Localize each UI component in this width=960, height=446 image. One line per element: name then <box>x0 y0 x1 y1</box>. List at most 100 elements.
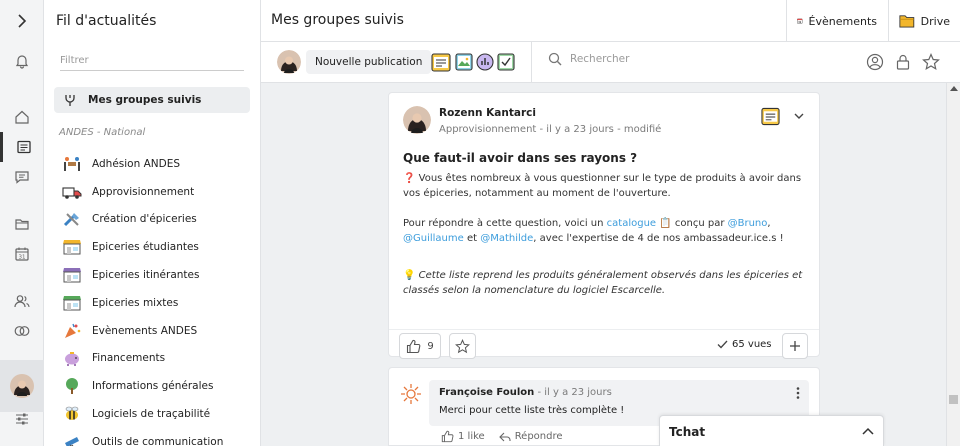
more-vertical-icon[interactable] <box>795 386 801 400</box>
sidebar-item-mixtes[interactable]: Epiceries mixtes <box>62 289 252 317</box>
sidebar-item-evenements[interactable]: Evènements ANDES <box>62 317 252 345</box>
store-icon <box>62 294 82 312</box>
calendar-icon: 31 <box>15 247 29 261</box>
post-author[interactable]: Rozenn Kantarci <box>439 107 536 119</box>
post-title: Que faut-il avoir dans ses rayons ? <box>403 151 638 165</box>
search-icon <box>548 52 562 66</box>
comment-like-count[interactable]: 1 like <box>458 431 485 442</box>
mention-bruno[interactable]: @Bruno <box>728 218 768 229</box>
scroll-thumb[interactable] <box>949 395 958 404</box>
page-title: Mes groupes suivis <box>271 12 404 28</box>
chat-panel[interactable]: Tchat <box>659 415 884 446</box>
bee-icon <box>62 405 82 423</box>
chat-title: Tchat <box>669 425 706 439</box>
users-button[interactable] <box>0 286 44 316</box>
folder-icon <box>899 15 915 28</box>
like-button[interactable]: 9 <box>399 333 441 359</box>
sidebar-item-communication[interactable]: Outils de communication <box>62 428 252 446</box>
home-button[interactable] <box>0 102 44 132</box>
groups-button[interactable] <box>0 316 44 346</box>
chat-icon <box>15 171 29 184</box>
comment-text: Merci pour cette liste très complète ! <box>439 405 625 416</box>
scrollbar[interactable] <box>946 83 960 446</box>
sidebar-item-itinerantes[interactable]: Epiceries itinérantes <box>62 261 252 289</box>
tree-icon <box>62 377 82 395</box>
left-rail: 31 <box>0 0 44 446</box>
events-button[interactable]: 31 Évènements <box>786 0 887 42</box>
sidebar-item-etudiantes[interactable]: Epiceries étudiantes <box>62 233 252 261</box>
sidebar-item-logiciels[interactable]: Logiciels de traçabilité <box>62 400 252 428</box>
reply-icon <box>498 432 511 441</box>
search-input[interactable] <box>570 53 770 65</box>
sidebar-item-label: Mes groupes suivis <box>88 94 202 106</box>
calendar-icon: 31 <box>797 18 803 24</box>
expand-rail-button[interactable] <box>0 6 44 36</box>
new-post-button[interactable]: Nouvelle publication <box>306 50 432 74</box>
groups-icon <box>14 326 30 336</box>
telescope-icon <box>62 433 82 446</box>
add-button[interactable] <box>782 333 808 359</box>
party-icon <box>62 322 82 340</box>
avatar <box>400 383 422 405</box>
chevron-up-icon[interactable] <box>861 426 875 436</box>
drive-button[interactable]: Drive <box>888 0 960 42</box>
poll-post-icon[interactable] <box>476 53 494 71</box>
toolbar-divider <box>531 42 532 83</box>
lock-icon[interactable] <box>894 53 912 71</box>
feed-button[interactable] <box>0 132 44 162</box>
people-carry-icon <box>62 155 82 173</box>
avatar <box>277 50 301 74</box>
post-toolbar: Nouvelle publication <box>261 42 960 83</box>
group-list: Adhésion ANDES Approvisionnement Créatio… <box>62 150 252 446</box>
catalogue-link[interactable]: catalogue <box>607 218 656 229</box>
plus-icon <box>790 341 800 351</box>
mention-mathilde[interactable]: @Mathilde <box>480 233 533 244</box>
calendar-rail-button[interactable]: 31 <box>0 239 44 269</box>
sidebar-item-followed-groups[interactable]: Mes groupes suivis <box>54 87 250 113</box>
drive-rail-button[interactable] <box>0 209 44 239</box>
filter-input[interactable] <box>60 51 244 71</box>
favorite-button[interactable] <box>449 333 476 359</box>
star-icon[interactable] <box>922 53 940 71</box>
feed-sidebar: Fil d'actualités Mes groupes suivis ANDE… <box>44 0 261 446</box>
notifications-button[interactable] <box>0 46 44 76</box>
thumbs-up-icon[interactable] <box>441 430 454 443</box>
sliders-icon <box>16 413 28 425</box>
folder-icon <box>15 219 29 230</box>
check-icon <box>717 340 728 349</box>
task-post-icon[interactable] <box>497 53 515 71</box>
reply-button[interactable]: Répondre <box>515 431 563 442</box>
sidebar-item-financements[interactable]: Financements <box>62 345 252 373</box>
messages-button[interactable] <box>0 162 44 192</box>
tools-icon <box>62 210 82 228</box>
text-post-icon[interactable] <box>431 53 451 72</box>
bell-icon <box>15 55 29 69</box>
post-card: Rozenn Kantarci Approvisionnement - il y… <box>388 92 820 359</box>
chevron-right-icon <box>18 14 27 28</box>
post-paragraph: ❓ Vous êtes nombreux à vous questionner … <box>403 173 802 199</box>
settings-button[interactable] <box>0 404 44 434</box>
svg-text:31: 31 <box>798 21 801 24</box>
sidebar-item-adhesion[interactable]: Adhésion ANDES <box>62 150 252 178</box>
question-emoji-icon: ❓ <box>403 173 416 184</box>
star-icon <box>455 338 470 353</box>
image-post-icon[interactable] <box>455 53 473 71</box>
post-body: ❓ Vous êtes nombreux à vous questionner … <box>403 171 807 313</box>
chevron-down-icon[interactable] <box>793 111 805 121</box>
sidebar-item-creation[interactable]: Création d'épiceries <box>62 206 252 234</box>
lightbulb-emoji-icon: 💡 <box>403 270 416 281</box>
truck-icon <box>62 183 82 201</box>
fork-icon <box>65 94 75 106</box>
mention-guillaume[interactable]: @Guillaume <box>403 233 464 244</box>
scroll-up-arrow[interactable] <box>950 86 958 91</box>
sidebar-item-informations[interactable]: Informations générales <box>62 372 252 400</box>
piggy-bank-icon <box>62 349 82 367</box>
users-icon <box>14 295 30 308</box>
sidebar-item-approvisionnement[interactable]: Approvisionnement <box>62 178 252 206</box>
views-count: 65 vues <box>717 339 772 350</box>
home-icon <box>15 110 29 124</box>
feed-area: Rozenn Kantarci Approvisionnement - il y… <box>261 83 946 446</box>
user-circle-icon[interactable] <box>866 53 884 71</box>
store-icon <box>62 238 82 256</box>
post-paragraph: Pour répondre à cette question, voici un… <box>403 218 784 244</box>
